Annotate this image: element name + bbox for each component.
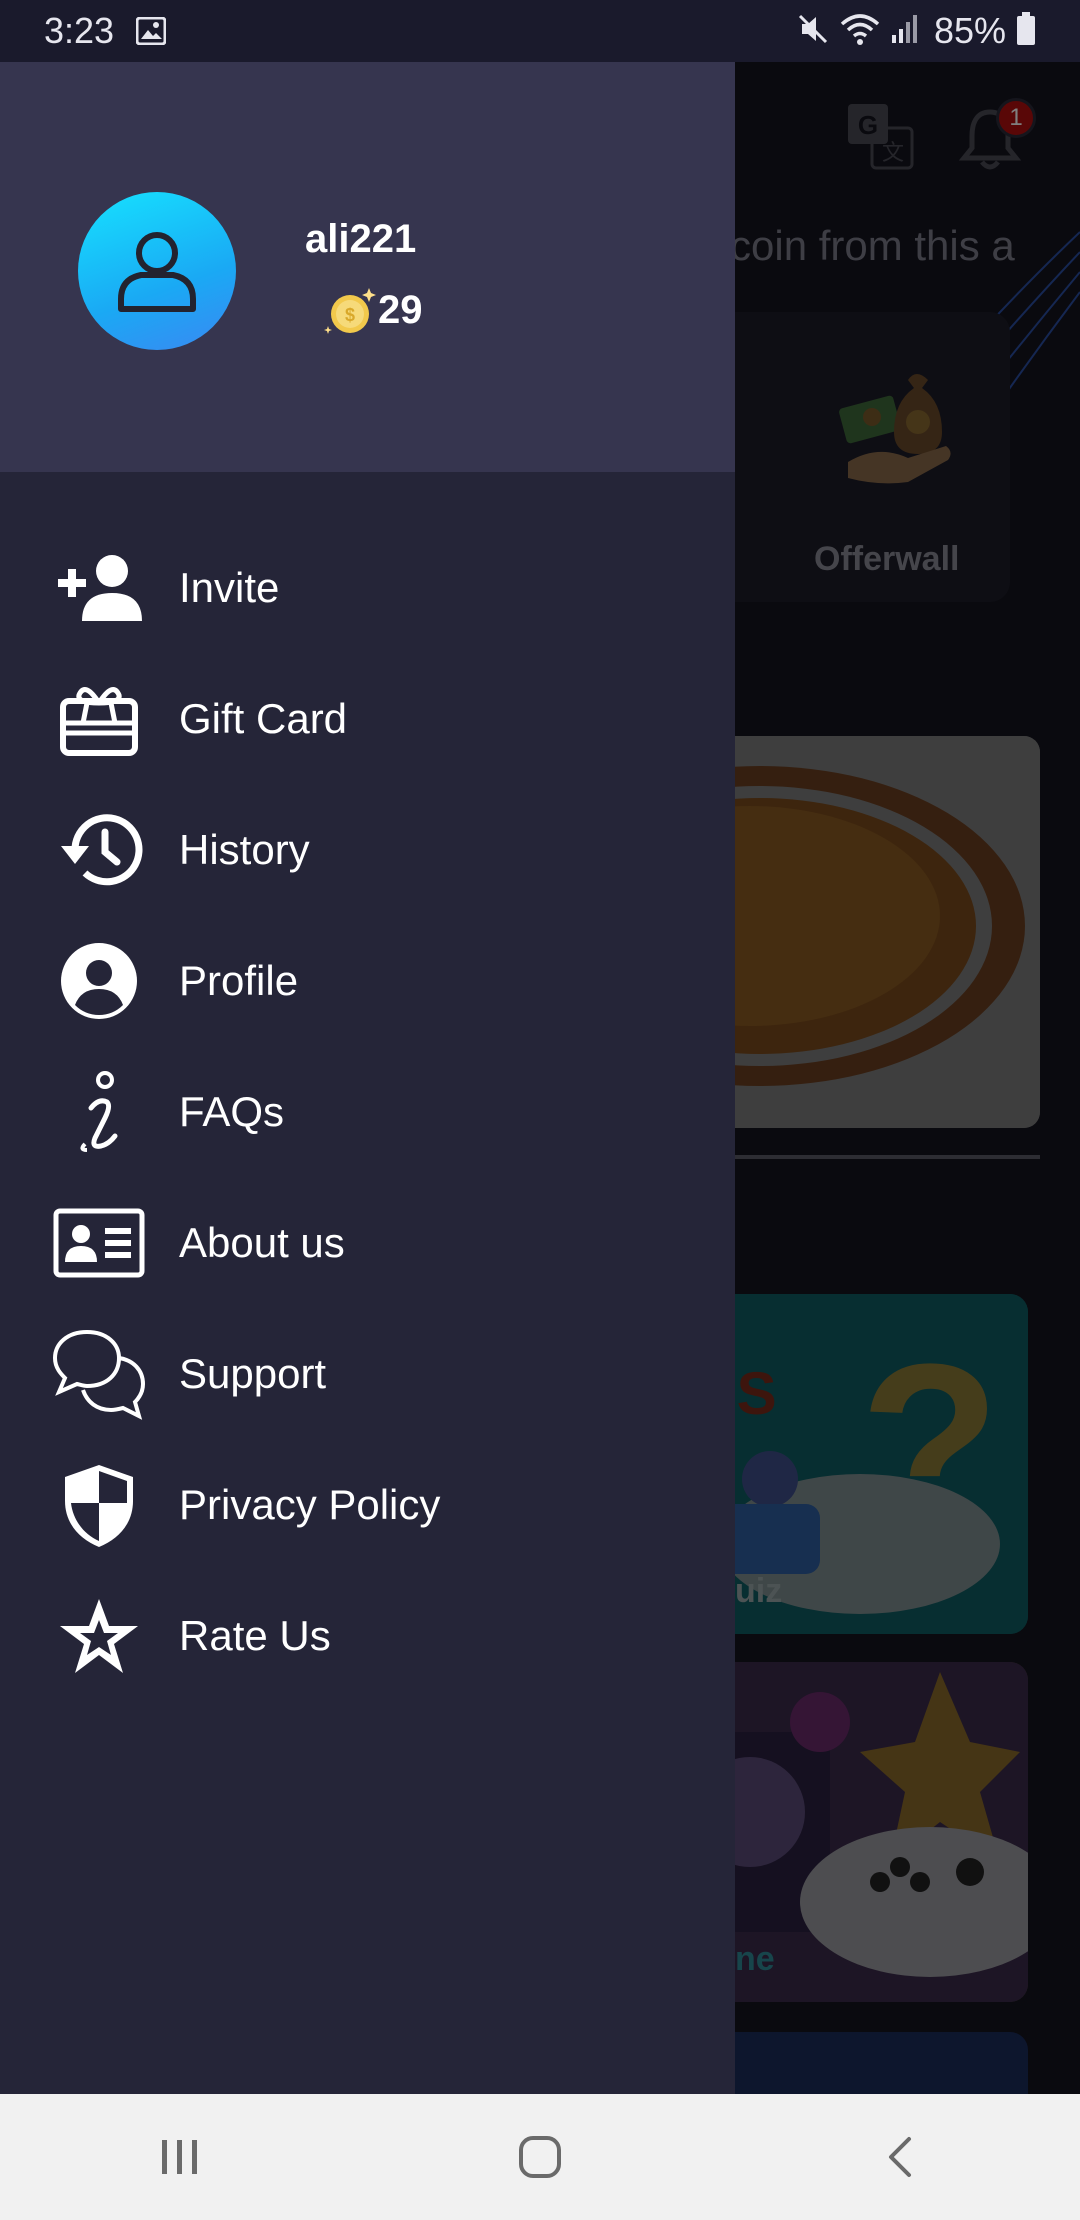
id-card-icon	[50, 1194, 148, 1292]
status-time: 3:23	[44, 10, 115, 51]
avatar[interactable]	[78, 192, 236, 350]
chat-bubbles-icon	[50, 1325, 148, 1423]
recent-apps-icon	[162, 2140, 197, 2174]
image-notification-icon	[135, 16, 167, 46]
menu-item-about-us[interactable]: About us	[0, 1177, 735, 1308]
menu-item-gift-card[interactable]: Gift Card	[0, 653, 735, 784]
menu-item-invite[interactable]: Invite	[0, 522, 735, 653]
user-avatar-icon	[118, 232, 196, 312]
drawer-menu: Invite Gift Card History Profile FAQs Ab…	[0, 522, 735, 1701]
info-icon	[50, 1063, 148, 1161]
profile-icon	[50, 932, 148, 1030]
recent-apps-button[interactable]	[120, 2112, 240, 2202]
menu-item-label: Privacy Policy	[179, 1480, 441, 1528]
menu-item-support[interactable]: Support	[0, 1308, 735, 1439]
svg-text:$: $	[345, 305, 355, 325]
system-nav-bar	[0, 2094, 1080, 2220]
back-icon	[889, 2137, 911, 2177]
home-icon	[519, 2136, 561, 2178]
status-icons: 85%	[796, 10, 1036, 52]
home-button[interactable]	[480, 2112, 600, 2202]
menu-item-label: FAQs	[179, 1087, 285, 1135]
menu-item-label: Support	[179, 1349, 327, 1397]
navigation-drawer: ali221 $ 29 Invite Gift Card History Pro…	[0, 62, 735, 2094]
wifi-icon	[840, 12, 880, 51]
menu-item-label: Rate Us	[179, 1611, 331, 1659]
signal-icon	[890, 13, 920, 50]
username: ali221	[305, 217, 417, 261]
menu-item-history[interactable]: History	[0, 784, 735, 915]
menu-item-label: About us	[179, 1218, 345, 1266]
menu-item-profile[interactable]: Profile	[0, 915, 735, 1046]
add-user-icon	[50, 539, 148, 637]
coin-count: 29	[378, 287, 423, 332]
menu-item-label: History	[179, 825, 310, 873]
battery-percent: 85%	[933, 10, 1006, 51]
star-icon	[50, 1587, 148, 1685]
menu-item-faqs[interactable]: FAQs	[0, 1046, 735, 1177]
menu-item-label: Invite	[179, 563, 280, 611]
shield-icon	[50, 1456, 148, 1554]
coin-icon: $	[320, 282, 376, 338]
menu-item-label: Profile	[179, 956, 299, 1004]
battery-icon	[1016, 11, 1036, 51]
menu-item-privacy-policy[interactable]: Privacy Policy	[0, 1439, 735, 1570]
menu-item-label: Gift Card	[179, 694, 348, 742]
drawer-header: ali221 $ 29	[0, 62, 735, 472]
status-bar: 3:23 85%	[0, 0, 1080, 62]
back-button[interactable]	[840, 2112, 960, 2202]
history-icon	[50, 801, 148, 899]
mute-icon	[796, 12, 830, 51]
menu-item-rate-us[interactable]: Rate Us	[0, 1570, 735, 1701]
gift-card-icon	[50, 670, 148, 768]
coin-balance: $ 29	[320, 282, 423, 338]
